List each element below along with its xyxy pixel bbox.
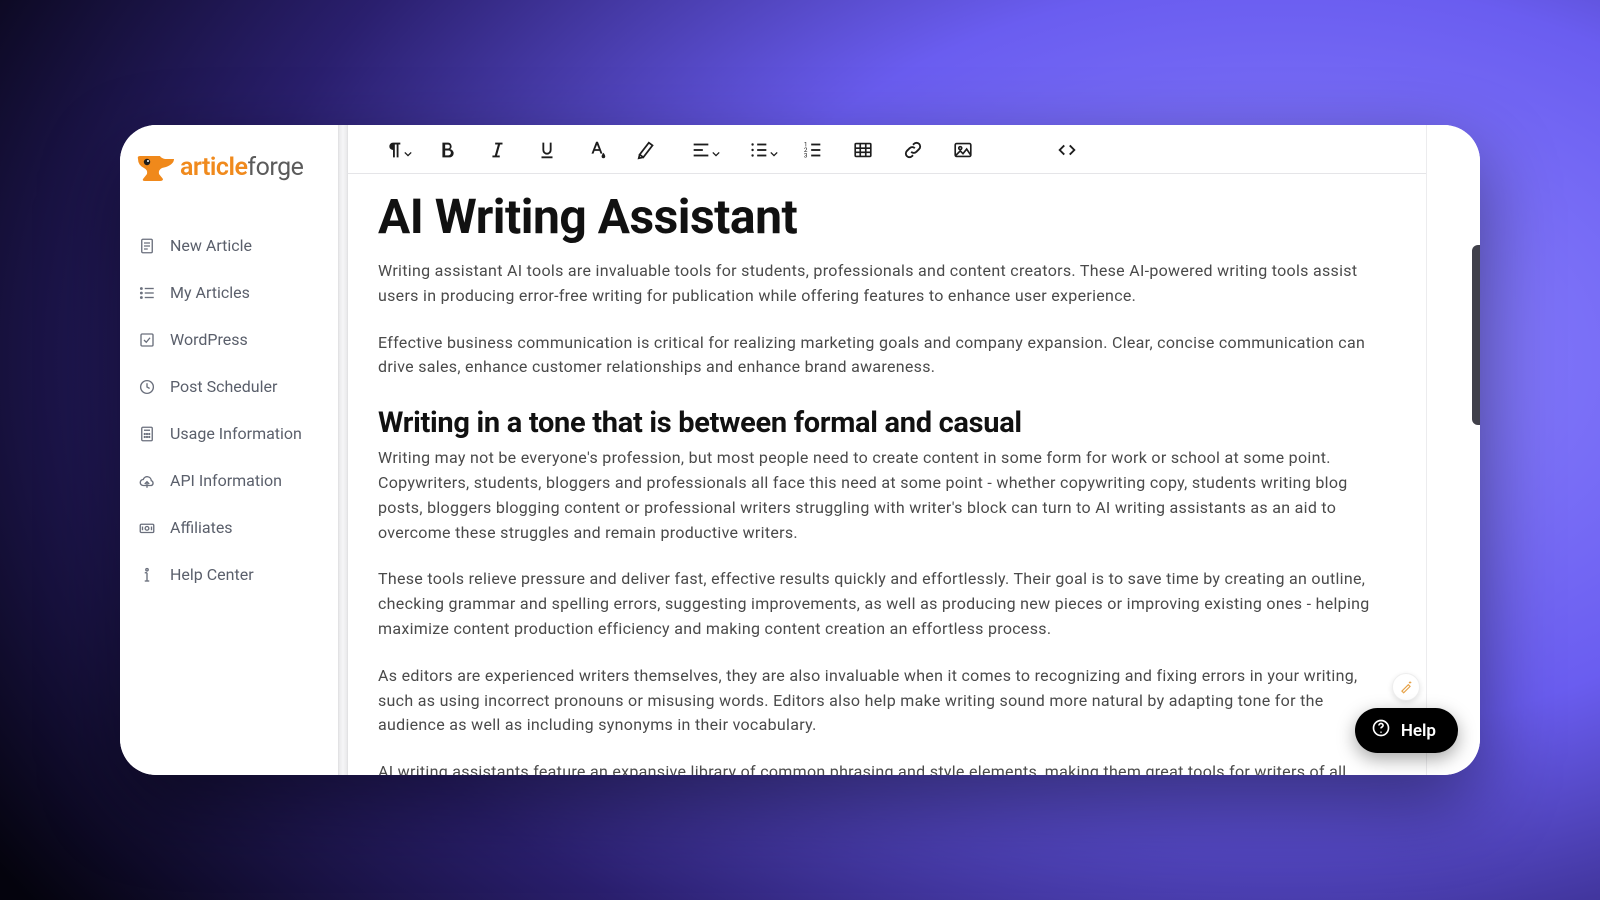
info-icon: [138, 566, 156, 584]
sidebar-item-usage-information[interactable]: Usage Information: [120, 410, 338, 457]
sidebar-item-post-scheduler[interactable]: Post Scheduler: [120, 363, 338, 410]
help-circle-icon: [1371, 718, 1391, 743]
clock-icon: [138, 378, 156, 396]
sidebar-item-api-information[interactable]: API Information: [120, 457, 338, 504]
editor-toolbar: 123: [348, 125, 1426, 174]
chevron-down-icon: [404, 150, 412, 158]
align-button[interactable]: [686, 139, 716, 161]
anvil-icon: [136, 154, 176, 182]
bold-button[interactable]: [436, 139, 458, 161]
ordered-list-button[interactable]: 123: [802, 139, 824, 161]
sidebar-item-label: Affiliates: [170, 518, 233, 537]
sidebar-item-affiliates[interactable]: Affiliates: [120, 504, 338, 551]
money-icon: [138, 519, 156, 537]
text-color-button[interactable]: [586, 139, 608, 161]
article-title: AI Writing Assistant: [378, 188, 1386, 245]
article-subheading: Writing in a tone that is between formal…: [378, 406, 1386, 440]
vertical-divider: [338, 125, 348, 775]
sidebar-item-new-article[interactable]: New Article: [120, 222, 338, 269]
article-paragraph: AI writing assistants feature an expansi…: [378, 760, 1386, 775]
sidebar-item-help-center[interactable]: Help Center: [120, 551, 338, 598]
document-icon: [138, 237, 156, 255]
magic-wand-button[interactable]: [1392, 673, 1420, 701]
sidebar: articleforge New Article My Articles: [120, 125, 338, 775]
highlight-button[interactable]: [636, 139, 658, 161]
help-button[interactable]: Help: [1355, 708, 1458, 753]
underline-button[interactable]: [536, 139, 558, 161]
right-gutter: [1426, 125, 1480, 775]
link-button[interactable]: [902, 139, 924, 161]
table-button[interactable]: [852, 139, 874, 161]
list-icon: [138, 284, 156, 302]
article-paragraph: These tools relieve pressure and deliver…: [378, 567, 1386, 641]
app-window: articleforge New Article My Articles: [120, 125, 1480, 775]
sidebar-item-label: Usage Information: [170, 424, 302, 443]
calculator-icon: [138, 425, 156, 443]
sidebar-item-label: Post Scheduler: [170, 377, 277, 396]
sidebar-item-wordpress[interactable]: WordPress: [120, 316, 338, 363]
bullet-list-button[interactable]: [744, 139, 774, 161]
sidebar-item-label: Help Center: [170, 565, 254, 584]
sidebar-item-label: New Article: [170, 236, 252, 255]
italic-button[interactable]: [486, 139, 508, 161]
brand-logo: articleforge: [120, 153, 338, 212]
article-paragraph: Writing may not be everyone's profession…: [378, 446, 1386, 545]
sidebar-item-label: WordPress: [170, 330, 248, 349]
sidebar-nav: New Article My Articles WordPress Post S…: [120, 212, 338, 608]
scrollbar-thumb[interactable]: [1472, 245, 1480, 425]
image-button[interactable]: [952, 139, 974, 161]
help-label: Help: [1401, 721, 1436, 741]
article-editor[interactable]: AI Writing Assistant Writing assistant A…: [348, 174, 1426, 775]
chevron-down-icon: [770, 150, 778, 158]
sidebar-item-label: API Information: [170, 471, 282, 490]
chevron-down-icon: [712, 150, 720, 158]
paragraph-format-button[interactable]: [378, 139, 408, 161]
cloud-icon: [138, 472, 156, 490]
sidebar-item-my-articles[interactable]: My Articles: [120, 269, 338, 316]
article-paragraph: Effective business communication is crit…: [378, 331, 1386, 381]
main-area: 123 AI Writing Assistant Writing assista…: [348, 125, 1426, 775]
article-paragraph: Writing assistant AI tools are invaluabl…: [378, 259, 1386, 309]
article-paragraph: As editors are experienced writers thems…: [378, 664, 1386, 738]
brand-wordmark: articleforge: [180, 153, 303, 182]
code-view-button[interactable]: [1056, 139, 1078, 161]
checkbox-icon: [138, 331, 156, 349]
svg-text:3: 3: [804, 151, 808, 159]
sidebar-item-label: My Articles: [170, 283, 250, 302]
